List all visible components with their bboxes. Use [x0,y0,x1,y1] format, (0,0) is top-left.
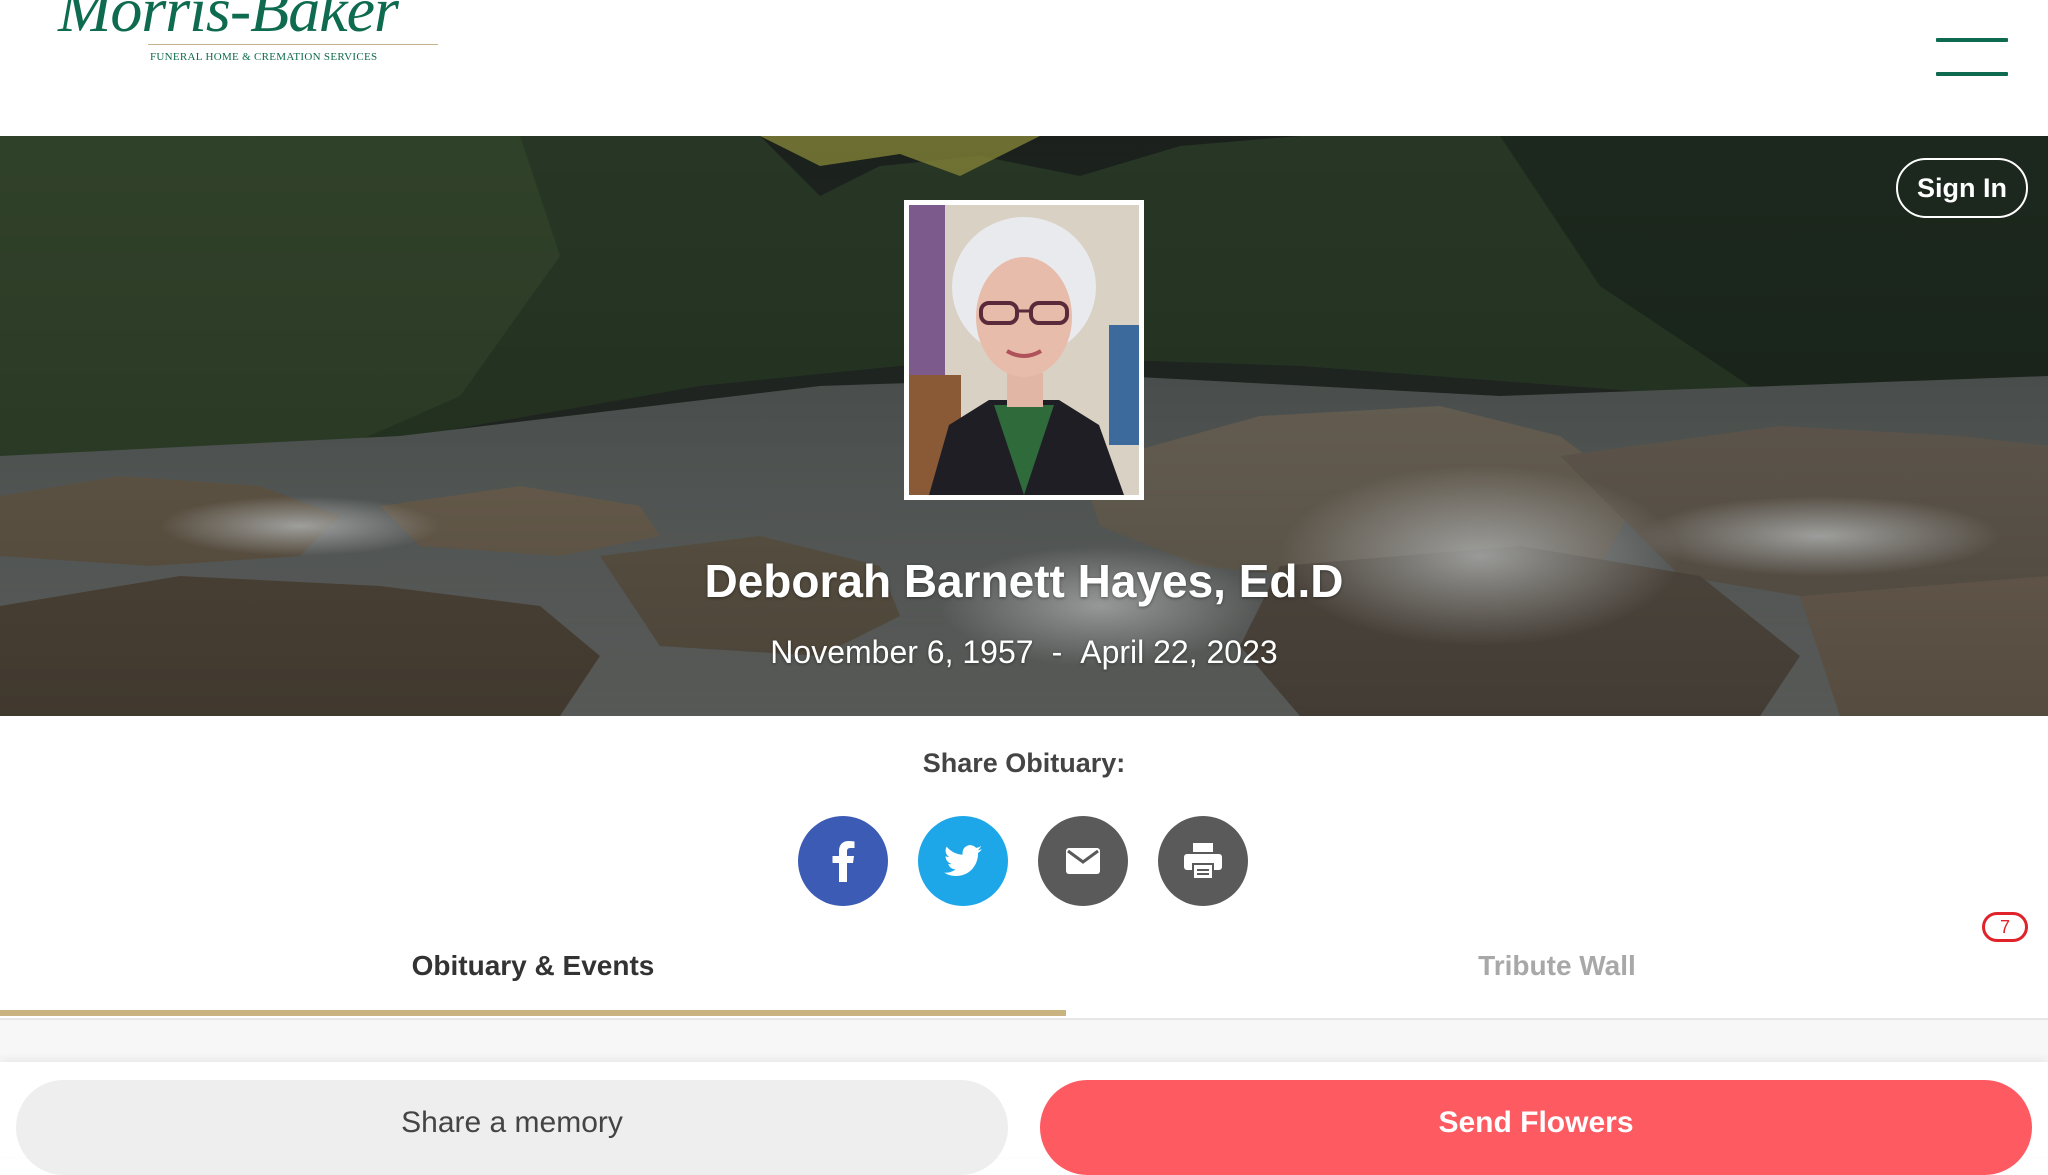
send-flowers-button[interactable]: Send Flowers [1040,1080,2032,1175]
twitter-share-button[interactable] [918,816,1008,906]
share-obituary-label: Share Obituary: [922,748,1126,778]
twitter-icon [944,845,982,877]
logo-tagline: FUNERAL HOME & CREMATION SERVICES [150,51,378,63]
hamburger-menu-icon[interactable] [1934,36,2010,80]
date-separator: - [1051,634,1063,670]
funeral-home-logo[interactable]: Morris-Baker FUNERAL HOME & CREMATION SE… [58,0,468,68]
menu-line [1936,38,2008,42]
portrait-frame [904,200,1144,500]
sign-in-button[interactable]: Sign In [1896,158,2028,218]
email-icon [1066,848,1100,874]
hero-banner: Sign In Deborah Barnett Hayes, Ed.D Nove… [0,136,2048,716]
obituary-tabs: Obituary & Events Tribute Wall [0,912,2048,1020]
facebook-icon [832,841,855,882]
logo-wordmark: Morris-Baker [58,0,399,45]
email-share-button[interactable] [1038,816,1128,906]
tab-obituary-events[interactable]: Obituary & Events [0,912,1066,1020]
deceased-name: Deborah Barnett Hayes, Ed.D [704,555,1344,607]
site-header: Morris-Baker FUNERAL HOME & CREMATION SE… [0,0,2048,136]
sticky-action-bar: Share a memory Send Flowers [0,1062,2048,1175]
share-buttons [798,816,1250,906]
share-memory-button[interactable]: Share a memory [16,1080,1008,1175]
facebook-share-button[interactable] [798,816,888,906]
deceased-portrait-photo [909,205,1139,495]
death-date: April 22, 2023 [1080,634,1278,670]
logo-divider [148,44,438,45]
print-icon [1184,843,1222,879]
content-area-top [0,1020,2048,1062]
print-button[interactable] [1158,816,1248,906]
menu-line [1936,72,2008,76]
tab-tribute-wall[interactable]: Tribute Wall [1066,912,2048,1020]
active-tab-indicator [0,1010,1066,1016]
tribute-count-badge: 7 [1982,912,2028,942]
birth-date: November 6, 1957 [770,634,1034,670]
life-dates: November 6, 1957- April 22, 2023 [0,634,2048,671]
